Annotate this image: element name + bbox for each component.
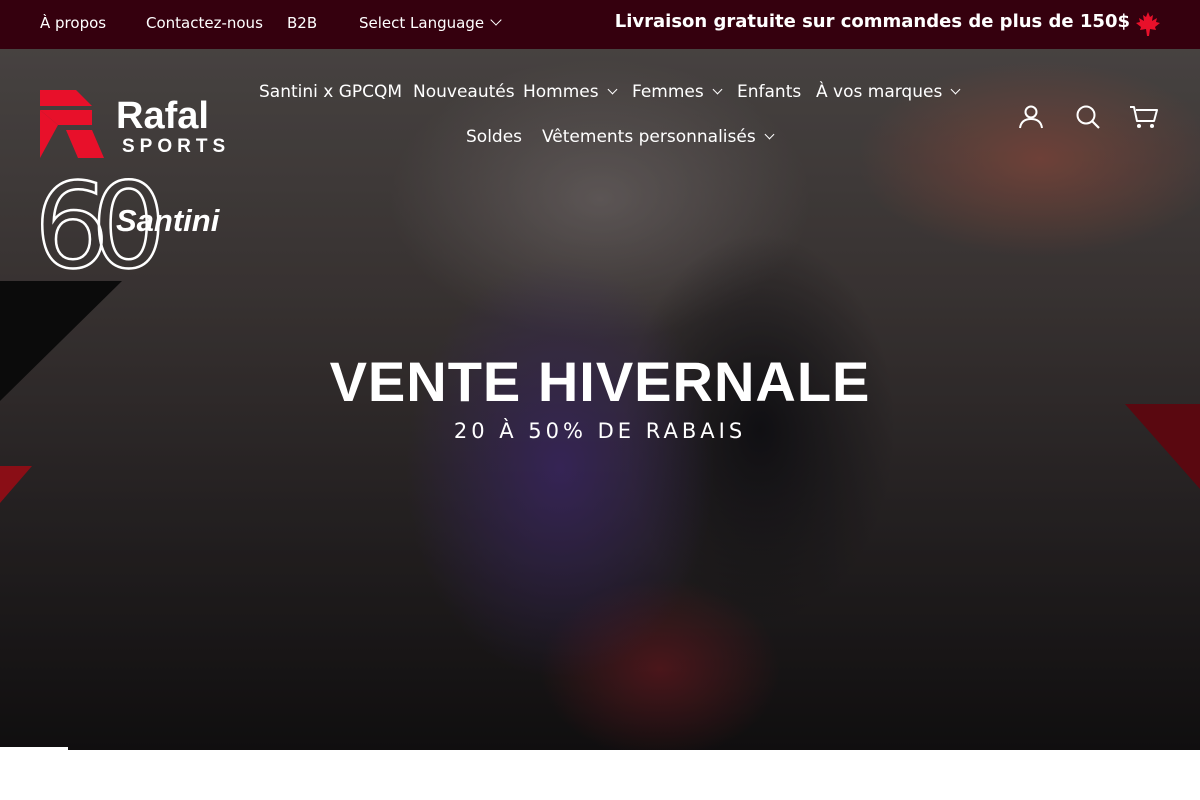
chevron-down-icon: [764, 129, 775, 140]
nav-item-label: Hommes: [523, 82, 599, 102]
chevron-down-icon: [712, 84, 723, 95]
language-select[interactable]: Select Language: [359, 14, 502, 32]
nav-item-label: Vêtements personnalisés: [542, 127, 756, 147]
hero-title: VENTE HIVERNALE: [329, 350, 871, 413]
search-icon[interactable]: [1074, 103, 1102, 131]
b2b-link[interactable]: B2B: [287, 14, 317, 32]
nav-item-femmes[interactable]: Femmes: [632, 82, 723, 102]
nav-item-label: À vos marques: [816, 82, 943, 102]
hero-subtitle: 20 À 50% DE RABAIS: [453, 419, 747, 443]
chevron-down-icon: [490, 14, 502, 26]
hero-banner[interactable]: Rafal SPORTS 60 Santini Santini x GPCQM …: [0, 49, 1200, 750]
logo-wordmark: Rafal: [116, 95, 209, 137]
free-shipping-message: Livraison gratuite sur commandes de plus…: [614, 11, 1130, 32]
santini-wordmark: Santini: [116, 203, 221, 238]
language-label: Select Language: [359, 14, 485, 32]
account-icon[interactable]: [1017, 103, 1045, 131]
santini-60-logo: 60 Santini: [33, 156, 230, 297]
logo-subtext: SPORTS: [122, 136, 230, 157]
nav-item-label: Femmes: [632, 82, 704, 102]
nav-item-soldes[interactable]: Soldes: [466, 127, 522, 147]
slide-progress-indicator: [0, 747, 68, 750]
nav-item-nouveautes[interactable]: Nouveautés: [413, 82, 515, 102]
announcement-bar: À propos Contactez-nous B2B Select Langu…: [0, 0, 1200, 49]
nav-item-label: Enfants: [737, 82, 802, 102]
cart-icon[interactable]: [1129, 103, 1159, 131]
contact-link[interactable]: Contactez-nous: [146, 14, 263, 32]
nav-item-label: Nouveautés: [413, 82, 515, 102]
nav-item-label: Soldes: [466, 127, 523, 147]
nav-item-label: Santini x GPCQM: [259, 82, 403, 102]
chevron-down-icon: [950, 84, 961, 95]
maple-leaf-icon: [1136, 12, 1160, 36]
nav-item-hommes[interactable]: Hommes: [523, 82, 618, 102]
about-link[interactable]: À propos: [40, 14, 106, 32]
nav-item-santini-gpcqm[interactable]: Santini x GPCQM: [259, 82, 402, 102]
nav-item-a-vos-marques[interactable]: À vos marques: [816, 82, 961, 102]
nav-item-vetements-personnalises[interactable]: Vêtements personnalisés: [542, 127, 775, 147]
chevron-down-icon: [607, 84, 618, 95]
nav-item-enfants[interactable]: Enfants: [737, 82, 801, 102]
rafal-sports-logo[interactable]: Rafal SPORTS: [40, 90, 230, 164]
